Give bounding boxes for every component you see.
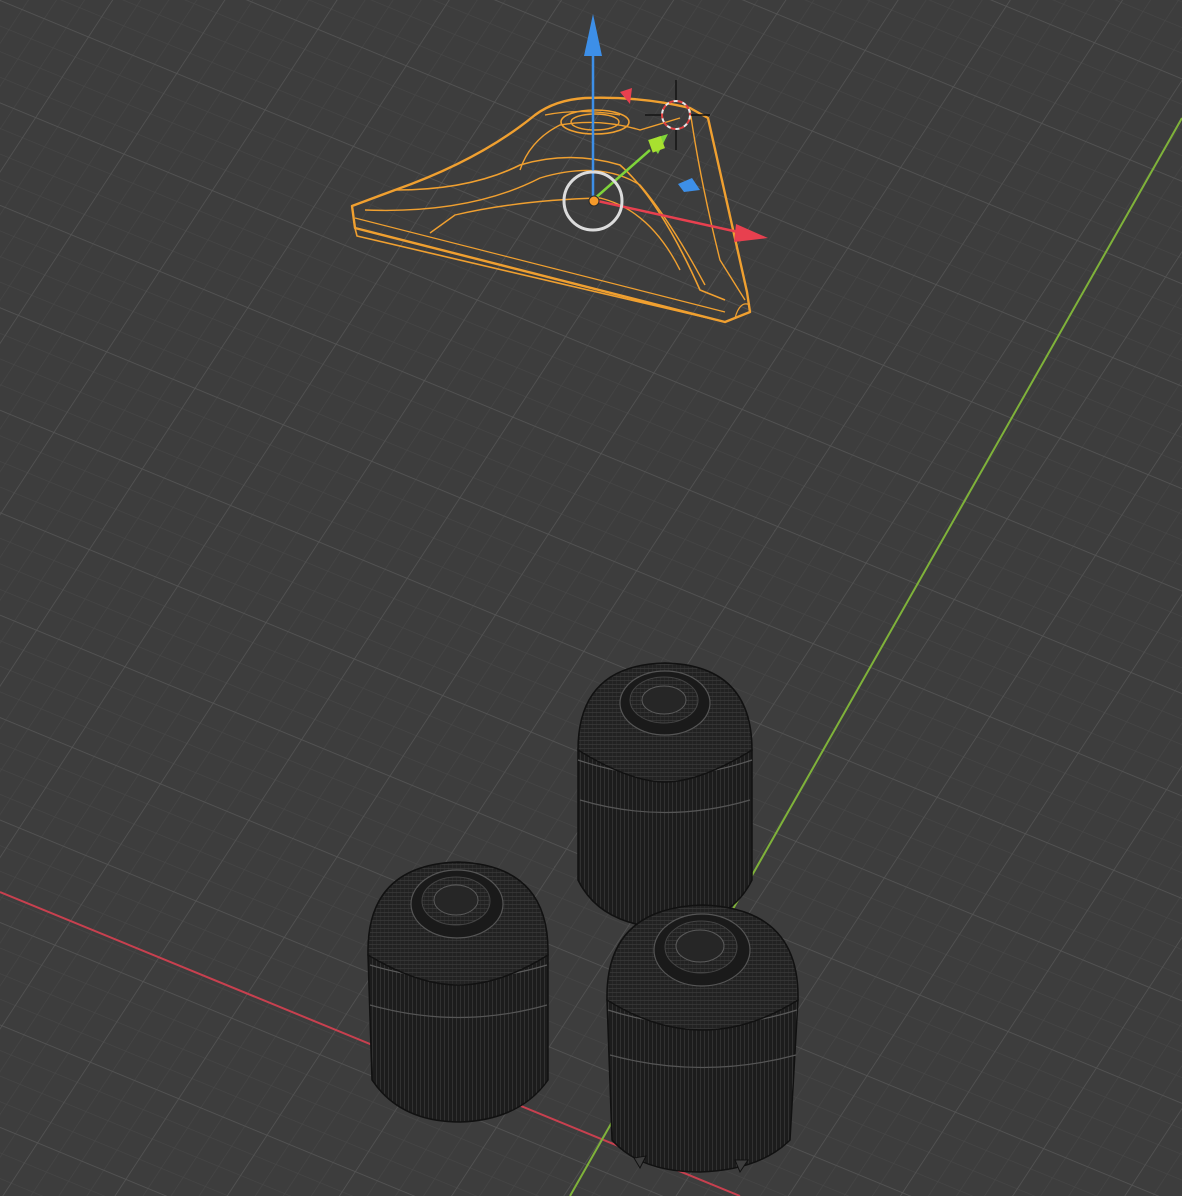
rubber-bushing-3[interactable] (606, 904, 799, 1174)
object-origin-icon (588, 195, 600, 207)
rubber-bushing-1[interactable] (577, 662, 753, 929)
floor-grid (0, 0, 1182, 1196)
rubber-bushing-2[interactable] (367, 861, 549, 1123)
3d-viewport[interactable] (0, 0, 1182, 1196)
